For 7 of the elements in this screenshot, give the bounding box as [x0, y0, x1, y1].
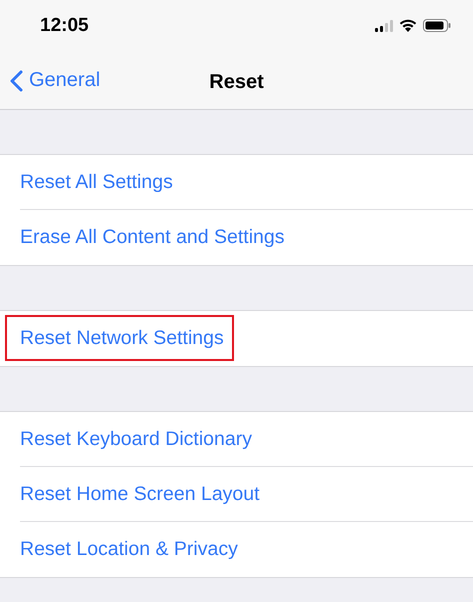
chevron-left-icon — [10, 70, 23, 92]
status-time: 12:05 — [40, 14, 89, 36]
battery-icon — [423, 19, 451, 32]
nav-title: Reset — [209, 70, 264, 94]
signal-icon — [375, 20, 393, 32]
wifi-icon — [399, 19, 417, 32]
back-button[interactable]: General — [10, 69, 100, 92]
